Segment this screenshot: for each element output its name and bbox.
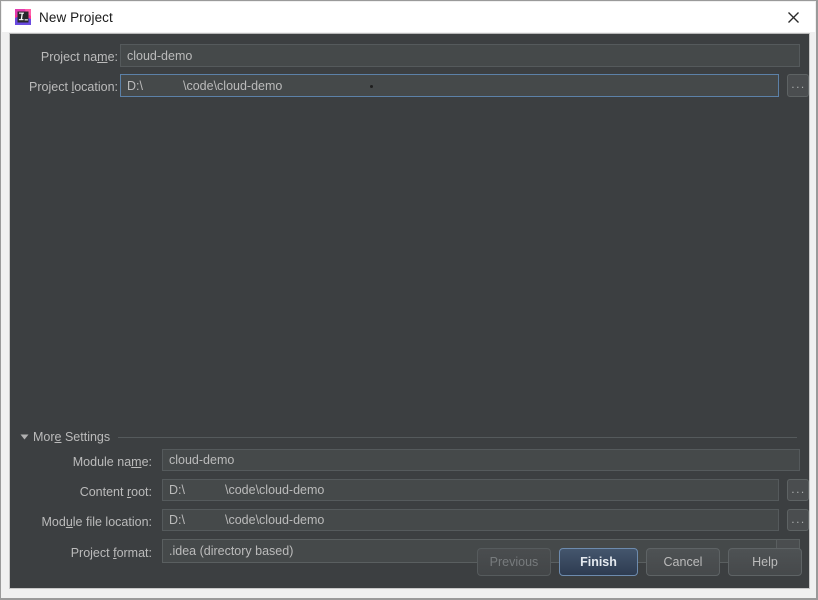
module-file-location-browse-button[interactable]: ... (787, 509, 809, 531)
module-file-location-value-prefix: D:\ (169, 513, 185, 527)
ellipsis-icon: ... (791, 511, 806, 526)
module-name-label: Module name: (72, 455, 152, 469)
content-root-browse-button[interactable]: ... (787, 479, 809, 501)
help-button[interactable]: Help (728, 548, 802, 576)
module-file-location-input[interactable]: D:\ \code\cloud-demo (162, 509, 779, 531)
section-divider (118, 436, 797, 438)
dialog-content: Project name: cloud-demo Project locatio… (9, 33, 810, 589)
window-titlebar: New Project (2, 2, 815, 32)
content-root-value-prefix: D:\ (169, 483, 185, 497)
project-location-input[interactable]: D:\ \code\cloud-demo (120, 74, 779, 97)
project-location-browse-button[interactable]: ... (787, 74, 809, 97)
cancel-button-label: Cancel (663, 555, 703, 569)
previous-button-label: Previous (489, 555, 539, 569)
help-button-label: Help (752, 555, 778, 569)
project-name-value: cloud-demo (127, 48, 193, 63)
project-location-value-suffix: \code\cloud-demo (182, 78, 283, 93)
close-icon[interactable] (771, 2, 815, 32)
window-title: New Project (39, 9, 113, 25)
previous-button[interactable]: Previous (477, 548, 551, 576)
new-project-window: New Project Project name: cloud-demo Pro… (0, 0, 818, 600)
intellij-idea-icon (15, 9, 31, 25)
project-location-label: Project location: (29, 80, 118, 94)
chevron-down-icon (20, 434, 29, 440)
more-settings-toggle[interactable]: More Settings (20, 428, 799, 446)
finish-button[interactable]: Finish (559, 548, 638, 576)
project-location-value-prefix: D:\ (127, 78, 143, 93)
content-root-label: Content root: (79, 485, 152, 499)
cancel-button[interactable]: Cancel (646, 548, 720, 576)
module-name-value: cloud-demo (169, 453, 235, 467)
module-file-location-value-suffix: \code\cloud-demo (224, 513, 325, 527)
content-root-value-suffix: \code\cloud-demo (224, 483, 325, 497)
project-name-label: Project name: (40, 50, 118, 64)
text-caret (370, 85, 373, 88)
dialog-button-bar: Previous Finish Cancel Help (10, 548, 809, 578)
more-settings-label: More Settings (33, 430, 111, 444)
module-file-location-label: Module file location: (41, 515, 153, 529)
finish-button-label: Finish (580, 555, 617, 569)
module-name-input[interactable]: cloud-demo (162, 449, 800, 471)
ellipsis-icon: ... (791, 77, 806, 91)
project-name-input[interactable]: cloud-demo (120, 44, 800, 67)
ellipsis-icon: ... (791, 481, 806, 496)
content-root-input[interactable]: D:\ \code\cloud-demo (162, 479, 779, 501)
